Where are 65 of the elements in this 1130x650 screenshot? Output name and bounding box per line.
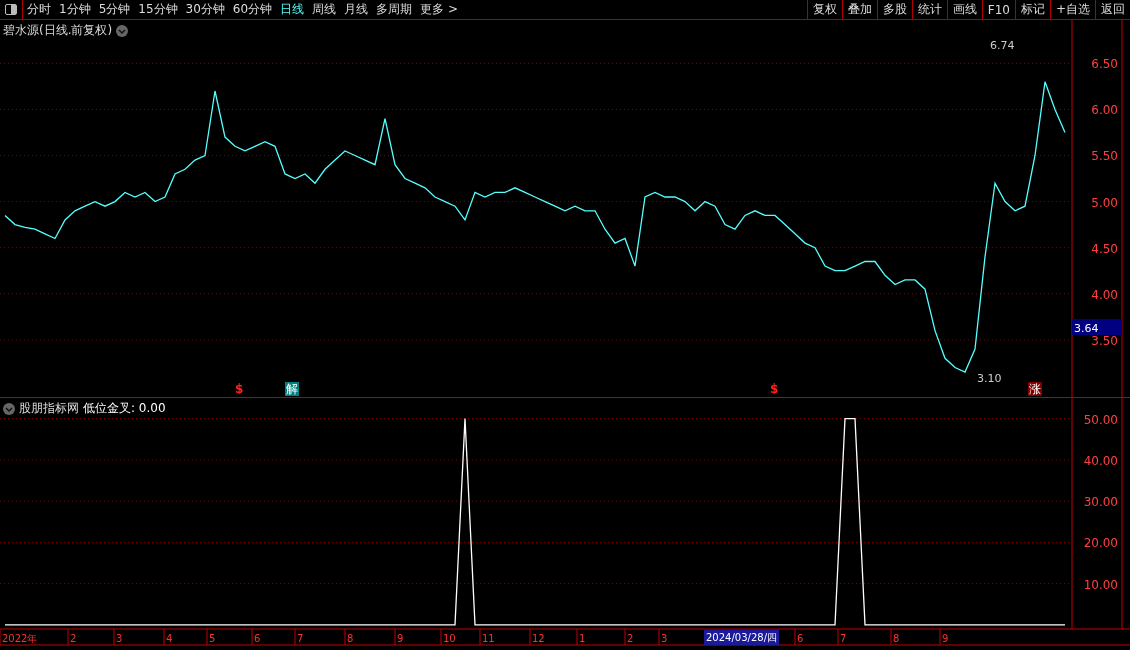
toolbar-button[interactable]: 复权: [806, 0, 842, 19]
date-label: 8: [893, 633, 900, 644]
axis-label: 6.00: [1091, 103, 1118, 118]
toolbar-button[interactable]: 画线: [946, 0, 982, 19]
indicator-title: 股朋指标网: [19, 400, 79, 417]
date-label: 2022年: [2, 633, 38, 644]
axis-label: 10.00: [1083, 577, 1118, 592]
signal-marker: 涨: [1028, 382, 1042, 396]
axis-label: 4.50: [1091, 241, 1118, 256]
date-label: 2: [627, 633, 634, 644]
date-label: 6: [797, 633, 804, 644]
period-tab[interactable]: 5分钟: [94, 0, 135, 19]
axis-label: 6.50: [1091, 57, 1118, 72]
date-label: 11: [482, 633, 495, 644]
date-label: 10: [443, 633, 456, 644]
axis-label: 40.00: [1083, 453, 1118, 468]
price-annotation: 3.10: [977, 372, 1002, 385]
axis-label: 3.50: [1091, 333, 1118, 348]
period-tab[interactable]: 多周期: [372, 0, 417, 19]
date-label: 12: [532, 633, 545, 644]
toolbar-button[interactable]: 统计: [911, 0, 947, 19]
date-label: 4: [166, 633, 173, 644]
price-annotation: 6.74: [990, 39, 1015, 52]
period-tab[interactable]: 周线: [308, 0, 341, 19]
dropdown-icon[interactable]: [116, 24, 129, 37]
dropdown-icon[interactable]: [3, 402, 15, 415]
period-tab[interactable]: 15分钟: [134, 0, 182, 19]
cursor-date: 2024/03/28/四: [704, 630, 779, 645]
date-label: 8: [347, 633, 354, 644]
axis-label: 5.00: [1091, 195, 1118, 210]
toolbar-button[interactable]: 返回: [1095, 0, 1130, 19]
axis-label: 5.50: [1091, 149, 1118, 164]
toolbar-button[interactable]: F10: [981, 0, 1015, 19]
period-tab[interactable]: 分时: [23, 0, 55, 19]
axis-label: 30.00: [1083, 495, 1118, 510]
axis-label: 4.00: [1091, 287, 1118, 302]
current-price-badge: [1072, 318, 1122, 335]
date-label: 7: [297, 633, 304, 644]
period-tab[interactable]: 更多 >: [416, 0, 462, 19]
indicator-value: 低位金叉: 0.00: [83, 400, 166, 417]
date-label: 7: [840, 633, 847, 644]
date-label: 3: [116, 633, 123, 644]
period-tab[interactable]: 30分钟: [181, 0, 229, 19]
signal-marker: $: [234, 382, 245, 396]
date-label: 3: [661, 633, 668, 644]
current-price: 3.64: [1074, 321, 1099, 335]
date-label: 9: [397, 633, 404, 644]
signal-marker: 解: [285, 382, 299, 396]
date-label: 1: [579, 633, 586, 644]
toolbar-button[interactable]: 标记: [1014, 0, 1050, 19]
toolbar-button[interactable]: +自选: [1049, 0, 1095, 19]
period-tab[interactable]: 月线: [340, 0, 373, 19]
date-label: 5: [209, 633, 216, 644]
date-label: 2: [70, 633, 77, 644]
date-label: 9: [942, 633, 949, 644]
date-label: 6: [254, 633, 261, 644]
period-tab[interactable]: 日线: [276, 0, 309, 19]
toolbar-button[interactable]: 多股: [876, 0, 912, 19]
axis-label: 50.00: [1083, 412, 1118, 427]
axis-label: 20.00: [1083, 536, 1118, 551]
signal-marker: $: [769, 382, 780, 396]
period-tab[interactable]: 1分钟: [55, 0, 95, 19]
stock-title: 碧水源(日线.前复权): [3, 22, 113, 39]
toolbar-button[interactable]: 叠加: [841, 0, 877, 19]
period-tab[interactable]: 60分钟: [228, 0, 277, 19]
